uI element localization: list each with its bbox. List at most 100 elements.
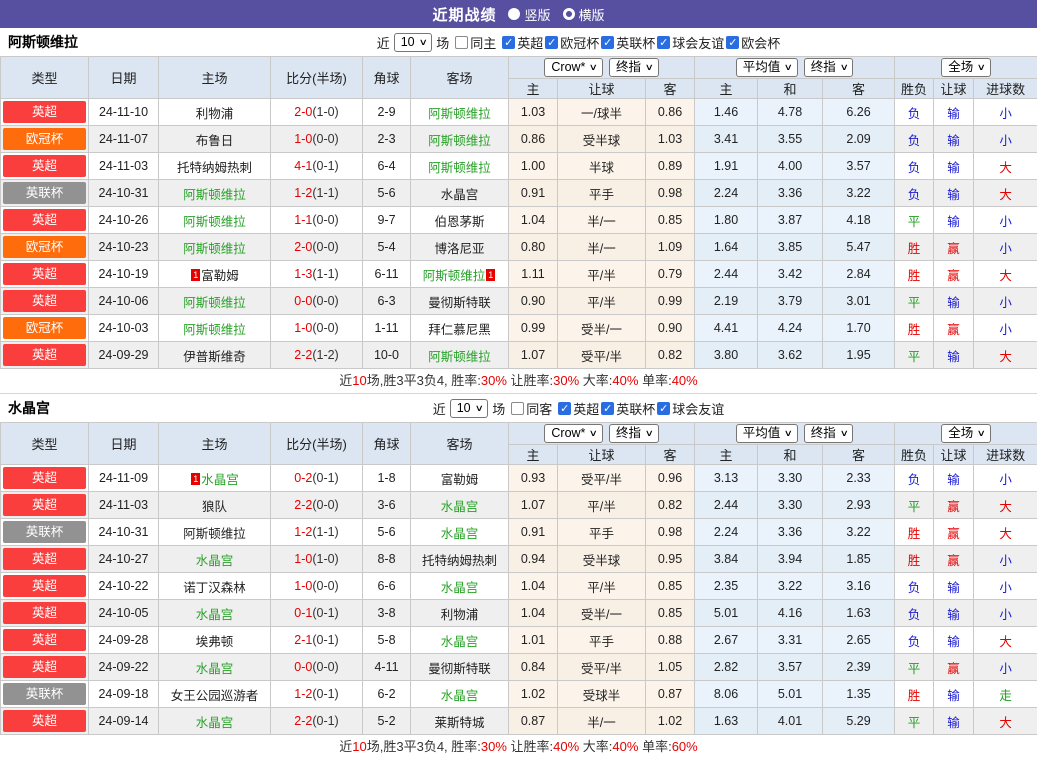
odds-home: 1.03 [509,99,558,126]
summary-segment: 大率: [579,373,612,388]
result-outcome: 平 [895,708,934,735]
col-score: 比分(半场) [271,423,363,465]
result-handicap: 输 [934,573,974,600]
league-type-cell: 英联杯 [1,180,89,207]
radio-unselected-icon [563,8,575,20]
league-filter-checkbox[interactable]: ✓英超 [558,399,599,418]
avg-time-select[interactable]: 终指∨ [804,58,854,77]
summary-line: 近10场,胜3平3负4, 胜率:30% 让胜率:30% 大率:40% 单率:40… [0,369,1037,393]
bookmaker-select[interactable]: Crow*∨ [544,58,603,77]
odds-home: 0.86 [509,126,558,153]
match-date: 24-10-23 [89,234,159,261]
summary-segment: 30% [481,373,507,388]
half-score: (0-1) [312,714,338,728]
team-name-text: 富勒姆 [201,269,239,283]
team-name-text: 托特纳姆热刺 [422,554,497,568]
avg-draw: 4.24 [758,315,823,342]
avg-away: 6.26 [823,99,895,126]
bookmaker-select[interactable]: Crow*∨ [544,424,603,443]
avg-away: 1.85 [823,546,895,573]
checkbox-icon [455,36,468,49]
team-name-heading: 水晶宫 [8,398,50,418]
corner-score: 8-8 [363,546,411,573]
team-name-text: 伯恩茅斯 [434,215,484,229]
odds-time-select[interactable]: 终指∨ [609,424,659,443]
league-filter-checkbox[interactable]: ✓欧会杯 [726,33,780,52]
avg-home: 2.35 [695,573,758,600]
col-away: 客场 [411,57,509,99]
score-cell: 4-1(0-1) [271,153,363,180]
league-filter-checkbox[interactable]: ✓英联杯 [601,33,655,52]
home-team: 1富勒姆 [159,261,271,288]
average-select[interactable]: 平均值∨ [736,424,798,443]
avg-home: 1.91 [695,153,758,180]
chevron-down-icon: ∨ [839,426,848,441]
scope-select[interactable]: 全场∨ [941,424,991,443]
team-name-text: 埃弗顿 [196,635,234,649]
checkbox-icon: ✓ [502,36,515,49]
team-name-text: 曼彻斯特联 [428,662,491,676]
odds-home: 1.01 [509,627,558,654]
chevron-down-icon: ∨ [474,401,483,416]
avg-draw: 3.22 [758,573,823,600]
same-venue-checkbox[interactable]: 同主 [455,33,496,52]
full-score: 2-1 [294,633,312,647]
table-row: 英超24-10-22诺丁汉森林1-0(0-0)6-6水晶宫1.04平/半0.85… [1,573,1037,600]
layout-radio-horizontal[interactable]: 横版 [563,5,605,24]
odds-handicap: 平/半 [558,288,646,315]
summary-segment: 30% [553,373,579,388]
scope-select[interactable]: 全场∨ [941,58,991,77]
half-score: (0-1) [312,633,338,647]
league-type-cell: 英超 [1,261,89,288]
odds-away: 0.82 [646,492,695,519]
chevron-down-icon: ∨ [589,426,598,441]
team-name-text: 曼彻斯特联 [428,296,491,310]
result-handicap: 赢 [934,519,974,546]
avg-time-value: 终指 [811,60,836,75]
summary-segment: 10 [352,373,366,388]
chevron-down-icon: ∨ [645,426,654,441]
chevron-down-icon: ∨ [784,426,793,441]
layout-radio-vertical[interactable]: 竖版 [508,5,550,24]
league-filter-checkbox[interactable]: ✓英超 [502,33,543,52]
same-venue-label: 同主 [470,33,496,52]
away-team: 阿斯顿维拉 [411,99,509,126]
team-name-text: 博洛尼亚 [434,242,484,256]
summary-segment: 大率: [579,739,612,754]
corner-score: 3-8 [363,600,411,627]
average-select[interactable]: 平均值∨ [736,58,798,77]
same-venue-checkbox[interactable]: 同客 [511,399,552,418]
avg-home: 2.44 [695,261,758,288]
games-count-select[interactable]: 10∨ [450,399,489,418]
avg-home: 2.82 [695,654,758,681]
avg-home: 1.63 [695,708,758,735]
team-name-text: 阿斯顿维拉 [428,350,491,364]
odds-dropdown-group: Crow*∨ 终指∨ [509,57,695,79]
avg-draw: 3.62 [758,342,823,369]
odds-handicap: 平手 [558,519,646,546]
away-team: 水晶宫 [411,492,509,519]
league-filter-checkbox[interactable]: ✓球会友谊 [657,399,724,418]
avg-home: 2.19 [695,288,758,315]
avg-away: 1.70 [823,315,895,342]
odds-time-select[interactable]: 终指∨ [609,58,659,77]
odds-away: 1.03 [646,126,695,153]
league-filter-checkbox[interactable]: ✓球会友谊 [657,33,724,52]
games-count-select[interactable]: 10∨ [394,33,433,52]
table-row: 英超24-09-22水晶宫0-0(0-0)4-11曼彻斯特联0.84受平/半1.… [1,654,1037,681]
recent-prefix-label: 近 [377,33,390,52]
league-filter-checkbox[interactable]: ✓英联杯 [601,399,655,418]
matches-table-aston-villa: 类型 日期 主场 比分(半场) 角球 客场 Crow*∨ 终指∨ 平均值 [0,56,1037,369]
league-type-cell: 英超 [1,153,89,180]
table-row: 英联杯24-09-18女王公园巡游者1-2(0-1)6-2水晶宫1.02受球半0… [1,681,1037,708]
result-goals: 大 [974,492,1037,519]
league-filter-checkbox[interactable]: ✓欧冠杯 [545,33,599,52]
odds-handicap: 半球 [558,153,646,180]
result-handicap: 输 [934,342,974,369]
avg-time-select[interactable]: 终指∨ [804,424,854,443]
rank-marker: 1 [486,269,495,281]
col-score: 比分(半场) [271,57,363,99]
odds-home: 0.91 [509,519,558,546]
avg-home: 2.24 [695,180,758,207]
avg-away: 5.29 [823,708,895,735]
